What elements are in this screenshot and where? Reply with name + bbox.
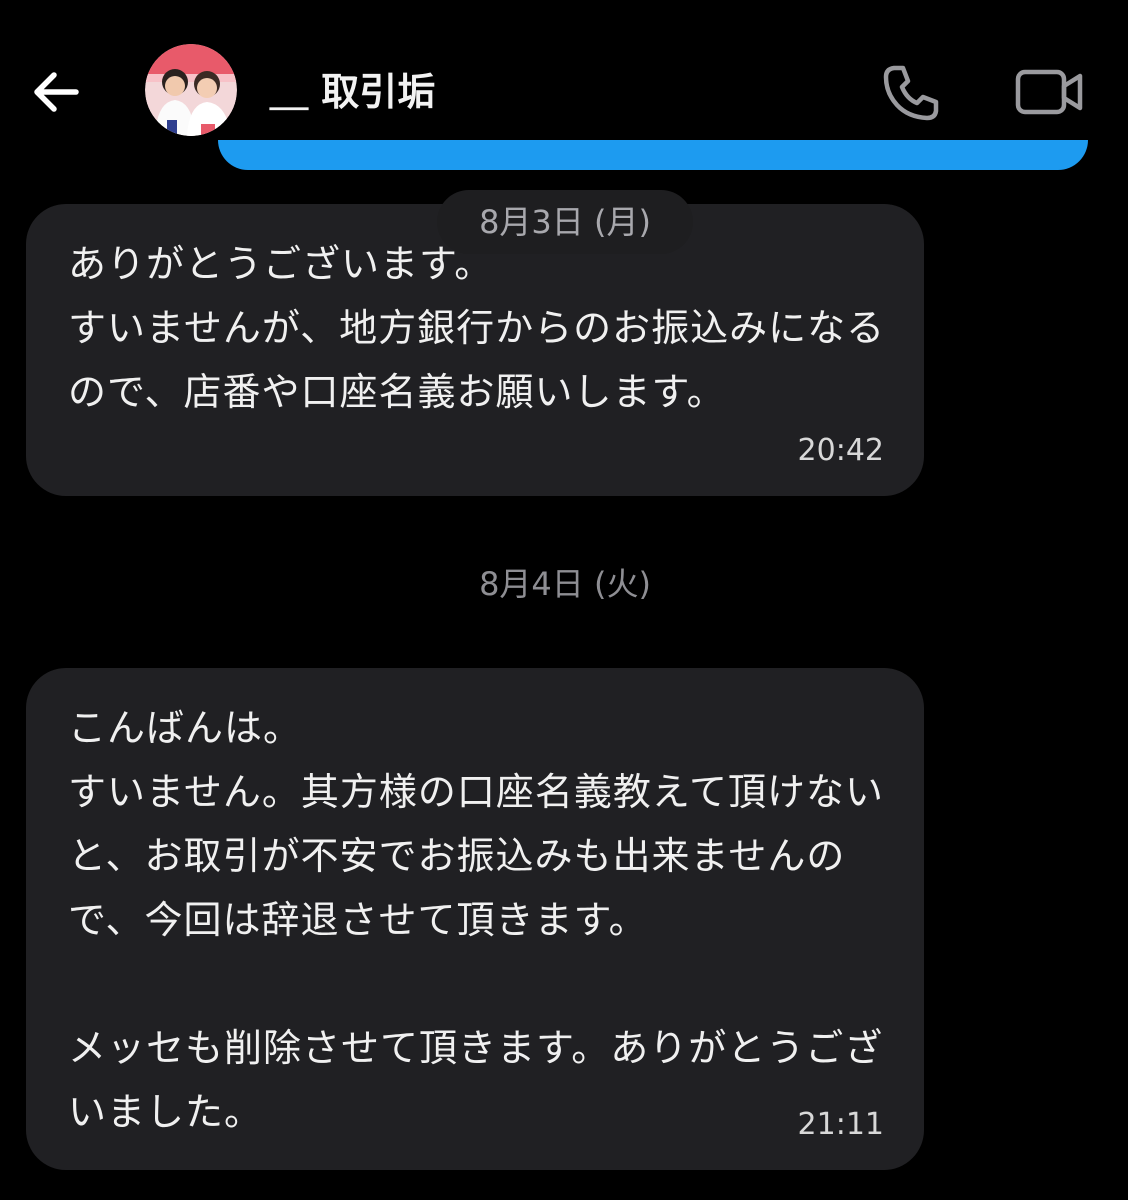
avatar[interactable] bbox=[145, 44, 237, 136]
date-separator: 8月4日 (火) bbox=[479, 565, 651, 603]
conversation-header: ＿ 取引垢 bbox=[0, 0, 1128, 180]
video-call-button[interactable] bbox=[1012, 64, 1088, 120]
message-bubble[interactable]: こんばんは。 すいません。其方様の口座名義教えて頂けないと、お取引が不安でお振込… bbox=[26, 668, 924, 1170]
phone-icon bbox=[883, 65, 939, 121]
message-text: ありがとうございます。 すいませんが、地方銀行からのお振込みになるので、店番や口… bbox=[68, 242, 886, 414]
contact-name[interactable]: ＿ 取引垢 bbox=[270, 62, 435, 122]
arrow-left-icon bbox=[34, 72, 79, 112]
previous-message-bubble-edge bbox=[218, 140, 1088, 170]
date-separator: 8月3日 (月) bbox=[437, 190, 693, 254]
message-timestamp: 21:11 bbox=[797, 1107, 884, 1142]
message-timestamp: 20:42 bbox=[797, 433, 884, 468]
back-button[interactable] bbox=[26, 62, 90, 122]
video-camera-icon bbox=[1015, 69, 1083, 115]
call-button[interactable] bbox=[878, 60, 944, 126]
message-text: こんばんは。 すいません。其方様の口座名義教えて頂けないと、お取引が不安でお振込… bbox=[68, 706, 884, 1134]
